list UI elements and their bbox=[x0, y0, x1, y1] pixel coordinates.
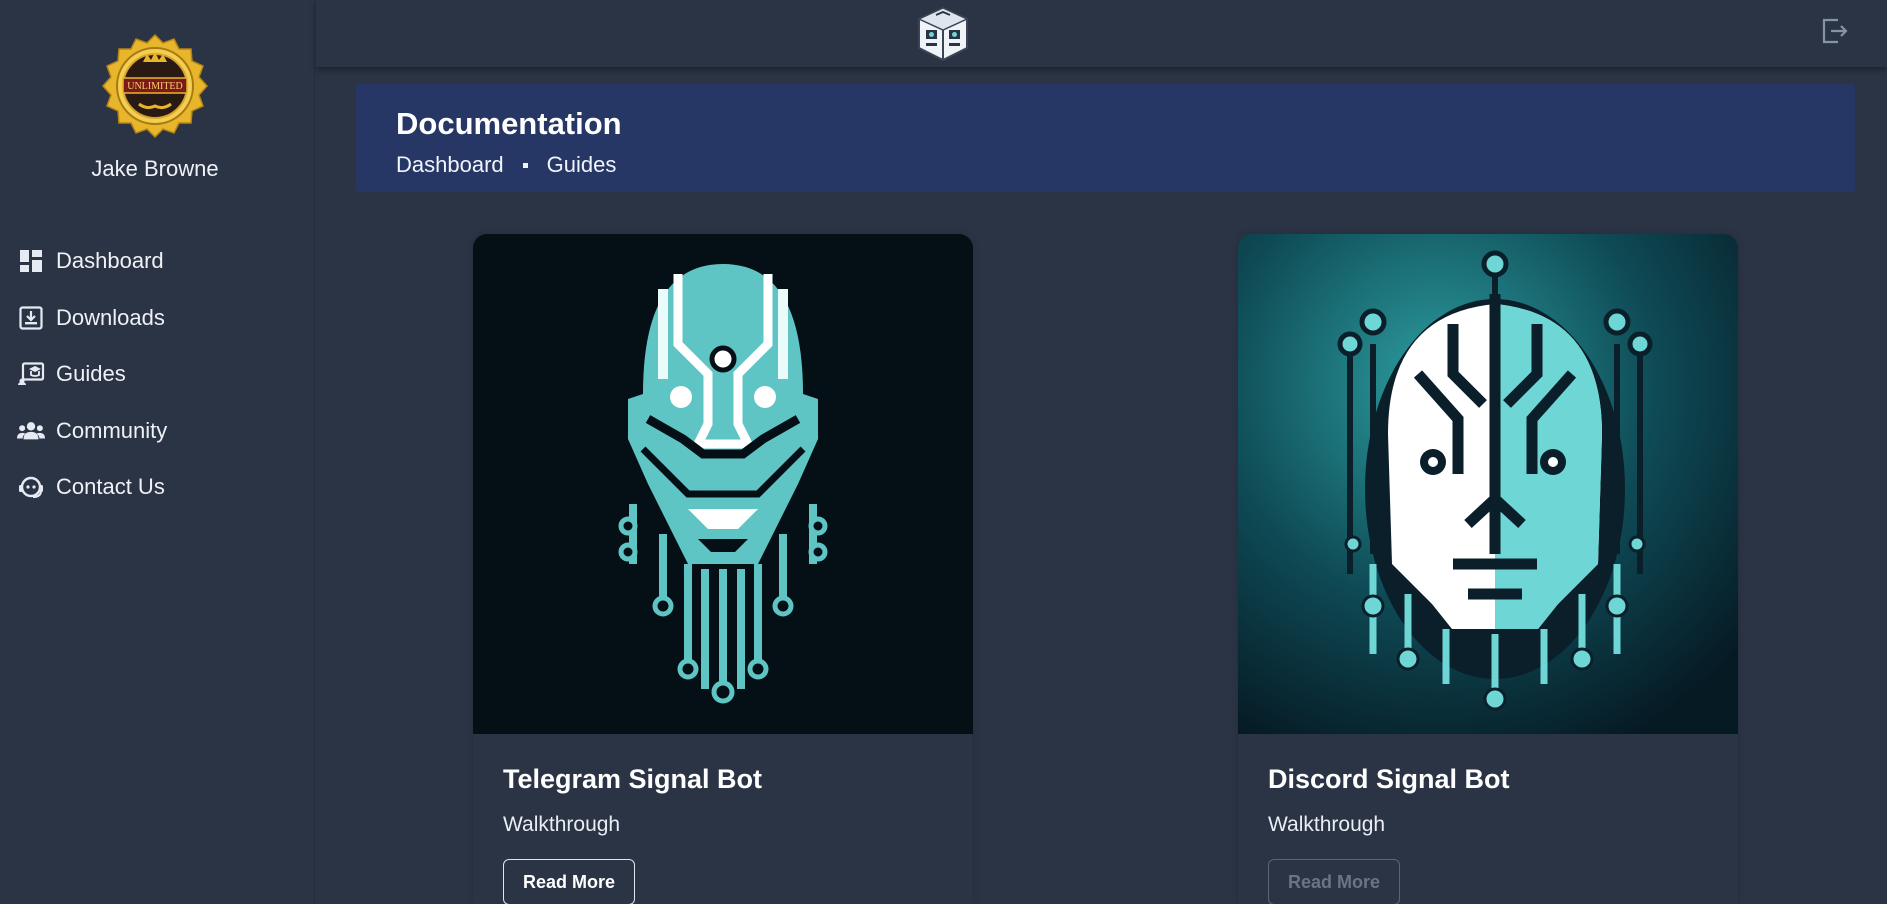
card-title: Telegram Signal Bot bbox=[503, 764, 763, 794]
sidebar-item-label: Dashboard bbox=[56, 248, 164, 274]
read-more-button[interactable]: Read More bbox=[503, 859, 635, 904]
top-bar bbox=[316, 0, 1887, 67]
user-name: Jake Browne bbox=[91, 156, 219, 181]
sidebar-item-contact-us[interactable]: Contact Us bbox=[0, 459, 315, 516]
dashboard-icon bbox=[17, 247, 45, 275]
sidebar-item-dashboard[interactable]: Dashboard bbox=[0, 233, 315, 290]
discord-robot-image-icon bbox=[1238, 234, 1738, 734]
telegram-robot-image-icon bbox=[473, 234, 973, 734]
page-title: Documentation bbox=[396, 106, 622, 141]
sidebar: UNLIMITED Jake Browne Dashboard Download… bbox=[0, 0, 315, 904]
sidebar-item-downloads[interactable]: Downloads bbox=[0, 290, 315, 347]
sidebar-item-label: Contact Us bbox=[56, 474, 165, 500]
robot-cube-logo-icon[interactable] bbox=[914, 5, 972, 63]
logout-icon[interactable] bbox=[1820, 16, 1850, 46]
guides-icon bbox=[17, 360, 45, 388]
card-title: Discord Signal Bot bbox=[1268, 764, 1510, 794]
support-icon bbox=[17, 473, 45, 501]
sidebar-item-guides[interactable]: Guides bbox=[0, 346, 315, 403]
sidebar-nav: Dashboard Downloads Guides Community Con… bbox=[0, 233, 315, 516]
unlimited-badge-icon: UNLIMITED bbox=[101, 33, 209, 139]
breadcrumb-separator bbox=[522, 162, 528, 168]
sidebar-item-label: Downloads bbox=[56, 304, 165, 330]
badge-text: UNLIMITED bbox=[127, 81, 183, 92]
page-header: Documentation Dashboard Guides bbox=[356, 84, 1855, 192]
card-subtitle: Walkthrough bbox=[1268, 813, 1386, 836]
breadcrumb: Dashboard Guides bbox=[396, 152, 616, 178]
guide-card-telegram: Telegram Signal Bot Walkthrough Read Mor… bbox=[473, 234, 973, 904]
card-subtitle: Walkthrough bbox=[503, 813, 621, 836]
read-more-button[interactable]: Read More bbox=[1268, 859, 1400, 904]
sidebar-item-label: Community bbox=[56, 417, 168, 443]
breadcrumb-guides[interactable]: Guides bbox=[547, 152, 617, 178]
download-icon bbox=[17, 304, 45, 332]
sidebar-item-label: Guides bbox=[56, 361, 126, 387]
guide-card-discord: Discord Signal Bot Walkthrough Read More bbox=[1238, 234, 1738, 904]
community-icon bbox=[17, 417, 45, 445]
breadcrumb-dashboard[interactable]: Dashboard bbox=[396, 152, 504, 178]
sidebar-item-community[interactable]: Community bbox=[0, 403, 315, 460]
